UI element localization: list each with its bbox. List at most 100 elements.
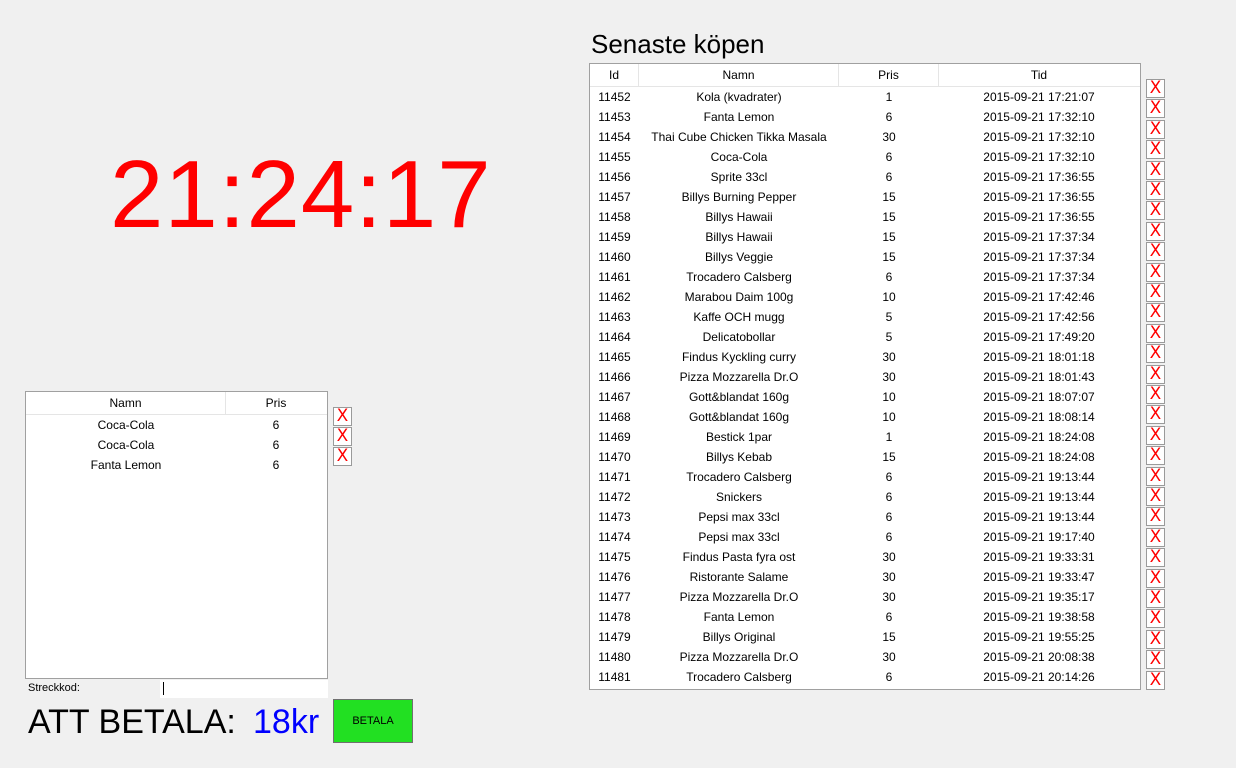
recent-purchase-row[interactable]: 11460 Billys Veggie 15 2015-09-21 17:37:34 <box>590 247 1140 267</box>
remove-purchase-button[interactable]: X <box>1146 609 1165 629</box>
purchase-id: 11478 <box>598 610 631 624</box>
remove-purchase-button[interactable]: X <box>1146 79 1165 98</box>
pay-button[interactable]: BETALA <box>333 699 413 743</box>
remove-purchase-button[interactable]: X <box>1146 344 1165 364</box>
remove-purchase-button[interactable]: X <box>1146 527 1165 547</box>
purchase-id: 11465 <box>598 350 631 364</box>
recent-purchase-row[interactable]: 11474 Pepsi max 33cl 6 2015-09-21 19:17:40 <box>590 527 1140 547</box>
recent-purchase-row[interactable]: 11459 Billys Hawaii 15 2015-09-21 17:37:34 <box>590 227 1140 247</box>
remove-purchase-button[interactable]: X <box>1146 283 1165 302</box>
purchase-price: 6 <box>885 510 893 524</box>
remove-purchase-button[interactable]: X <box>1146 507 1165 527</box>
cart-row[interactable]: Coca-Cola 6 <box>26 435 327 455</box>
remove-purchase-button[interactable]: X <box>1146 119 1165 139</box>
purchase-name: Billys Hawaii <box>705 230 773 244</box>
column-header-price[interactable]: Pris <box>839 64 939 86</box>
remove-purchase-button[interactable]: X <box>1146 201 1165 221</box>
remove-purchase-button[interactable]: X <box>1146 405 1165 425</box>
recent-purchase-row[interactable]: 11472 Snickers 6 2015-09-21 19:13:44 <box>590 487 1140 507</box>
recent-purchase-row[interactable]: 11457 Billys Burning Pepper 15 2015-09-21 1… <box>590 187 1140 207</box>
purchase-id: 11456 <box>598 170 631 184</box>
recent-purchase-row[interactable]: 11468 Gott&blandat 160g 10 2015-09-21 18:08… <box>590 407 1140 427</box>
recent-purchase-row[interactable]: 11464 Delicatobollar 5 2015-09-21 17:49:20 <box>590 327 1140 347</box>
remove-purchase-button[interactable]: X <box>1146 446 1165 466</box>
recent-purchase-row[interactable]: 11479 Billys Original 15 2015-09-21 19:55:2… <box>590 627 1140 647</box>
recent-purchase-row[interactable]: 11453 Fanta Lemon 6 2015-09-21 17:32:10 <box>590 107 1140 127</box>
remove-cart-item-button[interactable]: X <box>333 427 352 446</box>
recent-purchase-row[interactable]: 11455 Coca-Cola 6 2015-09-21 17:32:10 <box>590 147 1140 167</box>
remove-purchase-button[interactable]: X <box>1146 466 1165 486</box>
remove-purchase-button[interactable]: X <box>1146 364 1165 384</box>
remove-purchase-button[interactable]: X <box>1146 589 1165 608</box>
recent-purchase-row[interactable]: 11476 Ristorante Salame 30 2015-09-21 19:33… <box>590 567 1140 587</box>
recent-purchases-table[interactable]: Id Namn Pris Tid 11452 Kola (kvadrater) 1 2… <box>589 63 1141 690</box>
remove-purchase-button[interactable]: X <box>1146 221 1165 241</box>
remove-cart-item-button[interactable]: X <box>333 407 352 426</box>
purchase-price: 15 <box>882 230 896 244</box>
remove-purchase-button[interactable]: X <box>1146 670 1165 690</box>
recent-purchase-row[interactable]: 11473 Pepsi max 33cl 6 2015-09-21 19:13:44 <box>590 507 1140 527</box>
purchase-id: 11468 <box>598 410 631 424</box>
purchase-name: Bestick 1par <box>705 430 773 444</box>
purchase-price: 10 <box>882 410 896 424</box>
column-header-name[interactable]: Namn <box>639 64 839 86</box>
purchase-name: Kaffe OCH mugg <box>693 310 785 324</box>
recent-purchase-row[interactable]: 11470 Billys Kebab 15 2015-09-21 18:24:08 <box>590 447 1140 467</box>
remove-purchase-button[interactable]: X <box>1146 568 1165 588</box>
purchase-id: 11462 <box>598 290 631 304</box>
cart-row[interactable]: Fanta Lemon 6 <box>26 455 327 475</box>
remove-purchase-button[interactable]: X <box>1146 323 1165 343</box>
remove-purchase-button[interactable]: X <box>1146 650 1165 670</box>
recent-purchase-row[interactable]: 11480 Pizza Mozzarella Dr.O 30 2015-09-21 2… <box>590 647 1140 667</box>
recent-purchase-row[interactable]: 11481 Trocadero Calsberg 6 2015-09-21 20:14… <box>590 667 1140 687</box>
column-header-price[interactable]: Pris <box>226 392 326 414</box>
remove-cart-item-button[interactable]: X <box>333 447 352 466</box>
column-header-time[interactable]: Tid <box>939 64 1139 86</box>
remove-purchase-button[interactable]: X <box>1146 160 1165 180</box>
cart-row[interactable]: Coca-Cola 6 <box>26 415 327 435</box>
cart-table[interactable]: Namn Pris Coca-Cola 6 Coca-Cola 6 Fanta Lemo… <box>25 391 328 679</box>
purchase-id: 11473 <box>598 510 631 524</box>
purchase-price: 15 <box>882 450 896 464</box>
purchase-time: 2015-09-21 20:14:26 <box>983 670 1095 684</box>
remove-purchase-button[interactable]: X <box>1146 140 1165 160</box>
recent-purchase-row[interactable]: 11454 Thai Cube Chicken Tikka Masala 30 201… <box>590 127 1140 147</box>
remove-purchase-button[interactable]: X <box>1146 385 1165 404</box>
recent-purchase-row[interactable]: 11478 Fanta Lemon 6 2015-09-21 19:38:58 <box>590 607 1140 627</box>
purchase-name: Delicatobollar <box>702 330 776 344</box>
purchase-time: 2015-09-21 17:42:56 <box>983 310 1095 324</box>
remove-purchase-button[interactable]: X <box>1146 425 1165 445</box>
purchase-price: 6 <box>885 170 893 184</box>
purchase-time: 2015-09-21 17:42:46 <box>983 290 1095 304</box>
recent-purchase-row[interactable]: 11477 Pizza Mozzarella Dr.O 30 2015-09-21 1… <box>590 587 1140 607</box>
recent-purchase-row[interactable]: 11462 Marabou Daim 100g 10 2015-09-21 17:42… <box>590 287 1140 307</box>
purchase-id: 11479 <box>598 630 631 644</box>
recent-purchase-row[interactable]: 11458 Billys Hawaii 15 2015-09-21 17:36:55 <box>590 207 1140 227</box>
recent-purchase-row[interactable]: 11465 Findus Kyckling curry 30 2015-09-21 1… <box>590 347 1140 367</box>
purchase-time: 2015-09-21 17:32:10 <box>983 110 1095 124</box>
remove-purchase-button[interactable]: X <box>1146 548 1165 568</box>
recent-purchase-row[interactable]: 11475 Findus Pasta fyra ost 30 2015-09-21 1… <box>590 547 1140 567</box>
recent-purchase-row[interactable]: 11466 Pizza Mozzarella Dr.O 30 2015-09-21 1… <box>590 367 1140 387</box>
recent-purchase-row[interactable]: 11456 Sprite 33cl 6 2015-09-21 17:36:55 <box>590 167 1140 187</box>
purchase-price: 10 <box>882 390 896 404</box>
recent-purchase-row[interactable]: 11463 Kaffe OCH mugg 5 2015-09-21 17:42:56 <box>590 307 1140 327</box>
remove-purchase-button[interactable]: X <box>1146 262 1165 282</box>
remove-purchase-button[interactable]: X <box>1146 242 1165 262</box>
recent-purchase-row[interactable]: 11471 Trocadero Calsberg 6 2015-09-21 19:13… <box>590 467 1140 487</box>
purchase-id: 11471 <box>598 470 631 484</box>
remove-purchase-button[interactable]: X <box>1146 303 1165 323</box>
recent-purchase-row[interactable]: 11469 Bestick 1par 1 2015-09-21 18:24:08 <box>590 427 1140 447</box>
column-header-name[interactable]: Namn <box>26 392 226 414</box>
remove-purchase-button[interactable]: X <box>1146 181 1165 200</box>
purchase-id: 11481 <box>598 670 631 684</box>
remove-purchase-button[interactable]: X <box>1146 487 1165 506</box>
recent-purchase-row[interactable]: 11461 Trocadero Calsberg 6 2015-09-21 17:37… <box>590 267 1140 287</box>
recent-purchase-row[interactable]: 11467 Gott&blandat 160g 10 2015-09-21 18:07… <box>590 387 1140 407</box>
barcode-input[interactable] <box>160 680 328 698</box>
remove-purchase-button[interactable]: X <box>1146 99 1165 119</box>
recent-purchase-row[interactable]: 11452 Kola (kvadrater) 1 2015-09-21 17:21:0… <box>590 87 1140 107</box>
remove-purchase-button[interactable]: X <box>1146 629 1165 649</box>
column-header-id[interactable]: Id <box>590 64 639 86</box>
purchase-price: 5 <box>885 310 893 324</box>
